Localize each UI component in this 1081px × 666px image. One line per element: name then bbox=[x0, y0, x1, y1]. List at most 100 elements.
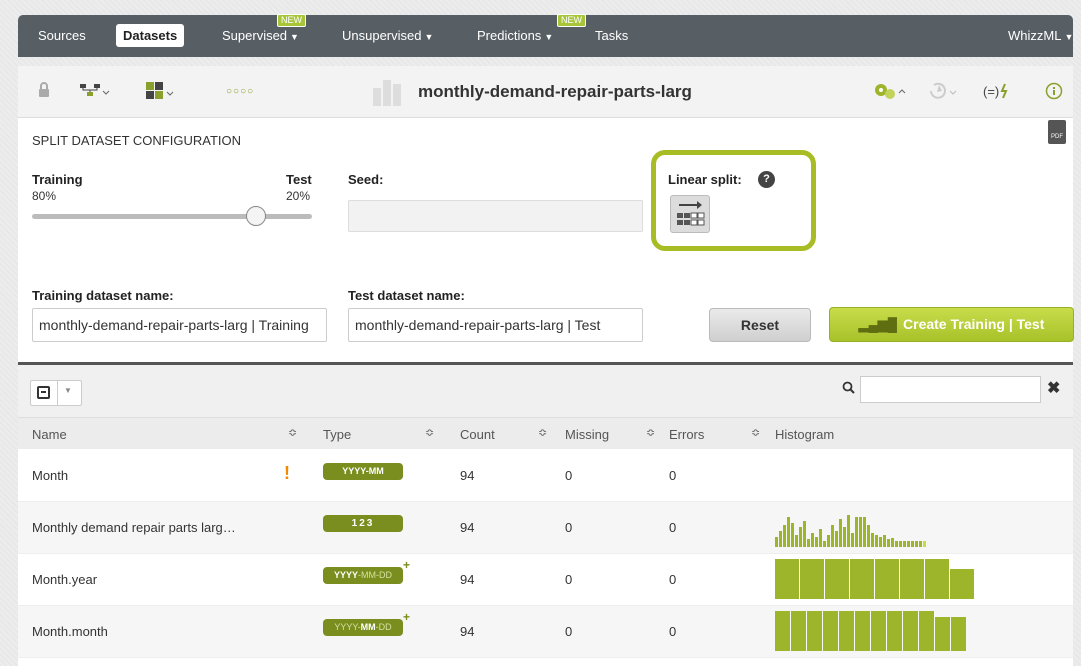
test-name-label: Test dataset name: bbox=[348, 288, 465, 303]
field-missing: 0 bbox=[565, 572, 573, 587]
svg-text:(=): (=) bbox=[983, 84, 999, 99]
field-missing: 0 bbox=[565, 624, 573, 639]
table-toolbar: ▼ ✖ bbox=[18, 365, 1073, 417]
nav-predictions-label: Predictions bbox=[477, 28, 542, 43]
dataset-title: monthly-demand-repair-parts-larg bbox=[418, 82, 692, 101]
new-badge-supervised: NEW bbox=[277, 14, 306, 27]
field-count: 94 bbox=[460, 572, 475, 587]
caret-down-icon: ▼ bbox=[544, 32, 554, 42]
reset-button[interactable]: Reset bbox=[709, 308, 811, 342]
formula-icon[interactable]: (=) bbox=[983, 82, 1013, 105]
col-missing[interactable]: Missing bbox=[565, 427, 609, 442]
sample-icon[interactable] bbox=[146, 82, 176, 105]
sort-icon[interactable]: ≎ bbox=[425, 426, 434, 439]
sort-icon[interactable]: ≎ bbox=[288, 426, 297, 439]
collapse-icon bbox=[37, 386, 50, 399]
warning-icon[interactable]: ! bbox=[284, 463, 290, 484]
field-errors: 0 bbox=[669, 572, 677, 587]
info-icon[interactable] bbox=[1045, 82, 1063, 105]
dataset-bars-icon bbox=[371, 78, 407, 111]
table-row[interactable]: Month ! YYYY-MM 94 0 0 bbox=[18, 450, 1073, 502]
new-badge-predictions: NEW bbox=[557, 14, 586, 27]
field-missing: 0 bbox=[565, 520, 573, 535]
field-name[interactable]: Monthly demand repair parts larg… bbox=[32, 520, 236, 535]
linear-split-icon bbox=[677, 201, 705, 226]
field-missing: 0 bbox=[565, 468, 573, 483]
histogram[interactable] bbox=[775, 559, 975, 599]
dataset-title-bar: ○○○○ monthly-demand-repair-parts-larg (=… bbox=[18, 66, 1073, 118]
split-bars-icon: ▂▄▆█ bbox=[858, 317, 898, 332]
training-label: Training bbox=[32, 172, 83, 187]
nav-user-menu[interactable]: WhizzML ▼ bbox=[1008, 28, 1073, 43]
split-slider-track[interactable] bbox=[32, 214, 312, 219]
field-count: 94 bbox=[460, 468, 475, 483]
create-training-test-button[interactable]: ▂▄▆█ Create Training | Test bbox=[829, 307, 1074, 342]
field-count: 94 bbox=[460, 520, 475, 535]
linear-split-label: Linear split: bbox=[668, 172, 742, 187]
field-errors: 0 bbox=[669, 624, 677, 639]
linear-split-toggle[interactable] bbox=[670, 195, 710, 233]
user-name: WhizzML bbox=[1008, 28, 1062, 43]
sort-icon[interactable]: ≎ bbox=[538, 426, 547, 439]
split-config-panel: SPLIT DATASET CONFIGURATION PDF Training… bbox=[18, 118, 1074, 362]
test-name-input[interactable]: monthly-demand-repair-parts-larg | Test bbox=[348, 308, 643, 342]
field-name[interactable]: Month.month bbox=[32, 624, 108, 639]
search-input[interactable] bbox=[860, 376, 1041, 403]
top-nav: Sources Datasets Supervised ▼ NEW Unsuper… bbox=[18, 14, 1073, 57]
refresh-disabled-icon bbox=[928, 82, 960, 105]
split-slider-handle[interactable] bbox=[246, 206, 266, 226]
histogram[interactable] bbox=[775, 611, 967, 651]
field-name[interactable]: Month bbox=[32, 468, 68, 483]
clear-search-icon[interactable]: ✖ bbox=[1047, 378, 1060, 398]
caret-down-icon: ▼ bbox=[290, 32, 299, 42]
field-count: 94 bbox=[460, 624, 475, 639]
dropdown-caret-icon: ▼ bbox=[64, 386, 72, 395]
training-name-label: Training dataset name: bbox=[32, 288, 174, 303]
col-type[interactable]: Type bbox=[323, 427, 351, 442]
nav-datasets[interactable]: Datasets bbox=[116, 24, 185, 47]
nav-supervised-label: Supervised bbox=[222, 28, 288, 43]
type-badge: YYYY-MM-DD bbox=[323, 619, 403, 636]
nav-predictions[interactable]: Predictions ▼ bbox=[477, 28, 553, 43]
help-icon[interactable]: ? bbox=[758, 171, 775, 188]
test-percent: 20% bbox=[286, 189, 311, 203]
seed-input[interactable] bbox=[348, 200, 643, 232]
field-errors: 0 bbox=[669, 520, 677, 535]
sort-icon[interactable]: ≎ bbox=[646, 426, 655, 439]
sort-icon[interactable]: ≎ bbox=[751, 426, 760, 439]
derived-plus-icon: + bbox=[403, 558, 411, 572]
table-row[interactable]: Monthly demand repair parts larg… 123 94… bbox=[18, 502, 1073, 554]
nav-supervised[interactable]: Supervised ▼ bbox=[222, 28, 299, 43]
type-badge: YYYY-MM-DD bbox=[323, 567, 403, 584]
histogram[interactable] bbox=[775, 507, 927, 547]
table-row[interactable]: Month.month YYYY-MM-DD + 94 0 0 bbox=[18, 606, 1073, 658]
training-name-input[interactable]: monthly-demand-repair-parts-larg | Train… bbox=[32, 308, 327, 342]
lock-icon[interactable] bbox=[38, 82, 50, 103]
field-name[interactable]: Month.year bbox=[32, 572, 97, 587]
create-button-label: Create Training | Test bbox=[903, 316, 1045, 332]
nav-tasks[interactable]: Tasks bbox=[595, 28, 628, 43]
view-toggle-button[interactable]: ▼ bbox=[30, 380, 82, 406]
caret-down-icon: ▼ bbox=[1064, 32, 1074, 42]
col-histogram: Histogram bbox=[775, 427, 835, 442]
col-errors[interactable]: Errors bbox=[669, 427, 704, 442]
col-name[interactable]: Name bbox=[32, 427, 67, 442]
caret-down-icon: ▼ bbox=[424, 32, 434, 42]
nav-sources[interactable]: Sources bbox=[38, 28, 86, 43]
configure-gears-icon[interactable] bbox=[873, 82, 907, 105]
nav-unsupervised[interactable]: Unsupervised ▼ bbox=[342, 28, 433, 43]
field-errors: 0 bbox=[669, 468, 677, 483]
pdf-icon[interactable]: PDF bbox=[1048, 120, 1066, 144]
test-label: Test bbox=[286, 172, 312, 187]
tree-icon[interactable] bbox=[80, 82, 110, 103]
training-percent: 80% bbox=[32, 189, 57, 203]
type-badge: YYYY-MM bbox=[323, 463, 403, 480]
table-row[interactable]: Month.year YYYY-MM-DD + 94 0 0 bbox=[18, 554, 1073, 606]
derived-plus-icon: + bbox=[403, 610, 411, 624]
fields-table: ▼ ✖ Name ≎ Type ≎ Count ≎ Missing ≎ Erro… bbox=[18, 365, 1073, 666]
table-header: Name ≎ Type ≎ Count ≎ Missing ≎ Errors ≎… bbox=[18, 417, 1073, 449]
col-count[interactable]: Count bbox=[460, 427, 495, 442]
section-title: SPLIT DATASET CONFIGURATION bbox=[32, 133, 241, 148]
search-icon bbox=[836, 376, 860, 403]
progress-dots-icon: ○○○○ bbox=[226, 86, 255, 97]
